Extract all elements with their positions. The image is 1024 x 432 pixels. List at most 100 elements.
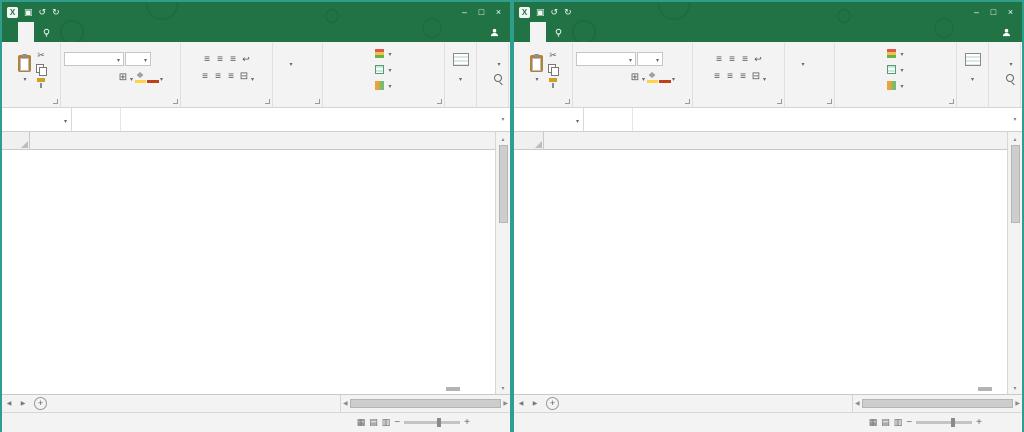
cut-icon[interactable] bbox=[35, 49, 47, 62]
redo-icon[interactable] bbox=[564, 7, 572, 18]
cells-icon[interactable] bbox=[965, 53, 981, 66]
dialog-launcher-icon[interactable] bbox=[827, 99, 832, 104]
comma-style-icon[interactable] bbox=[819, 55, 831, 68]
zoom-in-button[interactable]: + bbox=[976, 417, 982, 428]
normal-view-icon[interactable] bbox=[869, 417, 878, 428]
font-name-select[interactable] bbox=[576, 52, 636, 66]
font-size-select[interactable] bbox=[637, 52, 663, 66]
scroll-right-icon[interactable] bbox=[1015, 400, 1020, 407]
close-button[interactable] bbox=[1002, 7, 1019, 17]
excel-app-icon[interactable] bbox=[519, 7, 530, 18]
font-color-icon[interactable] bbox=[659, 71, 671, 83]
new-sheet-button[interactable] bbox=[545, 395, 560, 412]
redo-icon[interactable] bbox=[52, 7, 60, 18]
merge-center-icon[interactable] bbox=[750, 70, 762, 83]
align-top-icon[interactable] bbox=[201, 53, 213, 66]
italic-icon[interactable] bbox=[603, 71, 615, 84]
borders-icon[interactable] bbox=[629, 71, 641, 84]
align-left-icon[interactable] bbox=[199, 70, 211, 83]
cut-icon[interactable] bbox=[547, 49, 559, 62]
font-color-icon[interactable] bbox=[147, 71, 159, 83]
format-painter-icon[interactable] bbox=[548, 78, 558, 89]
share-button[interactable] bbox=[490, 22, 502, 42]
horizontal-scrollbar[interactable] bbox=[852, 395, 1022, 412]
page-break-view-icon[interactable] bbox=[894, 417, 903, 428]
vertical-scrollbar[interactable] bbox=[495, 132, 510, 394]
fill-color-icon[interactable] bbox=[647, 71, 658, 83]
name-box[interactable] bbox=[514, 108, 584, 131]
tab-home[interactable] bbox=[530, 22, 546, 42]
accounting-format-icon[interactable] bbox=[276, 55, 288, 68]
format-as-table-button[interactable] bbox=[885, 62, 905, 76]
select-all-button[interactable] bbox=[2, 132, 30, 149]
scroll-left-icon[interactable] bbox=[855, 400, 860, 407]
scroll-down-icon[interactable] bbox=[501, 383, 504, 392]
align-center-icon[interactable] bbox=[212, 70, 224, 83]
tab-home[interactable] bbox=[18, 22, 34, 42]
autosum-icon[interactable] bbox=[484, 55, 496, 68]
page-layout-view-icon[interactable] bbox=[881, 417, 890, 428]
align-bottom-icon[interactable] bbox=[227, 53, 239, 66]
copy-icon[interactable] bbox=[36, 64, 46, 75]
bold-icon[interactable] bbox=[78, 71, 90, 84]
scroll-right-icon[interactable] bbox=[503, 400, 508, 407]
close-button[interactable] bbox=[490, 7, 507, 17]
horizontal-scrollbar[interactable] bbox=[340, 395, 510, 412]
decrease-decimal-icon[interactable] bbox=[810, 73, 822, 86]
save-icon[interactable] bbox=[24, 7, 33, 18]
borders-icon[interactable] bbox=[117, 71, 129, 84]
cancel-icon[interactable] bbox=[72, 108, 88, 131]
formula-bar-expand-icon[interactable] bbox=[1008, 108, 1022, 131]
underline-icon[interactable] bbox=[616, 71, 628, 84]
conditional-formatting-button[interactable] bbox=[885, 46, 905, 60]
formula-input[interactable] bbox=[632, 108, 1008, 131]
dialog-launcher-icon[interactable] bbox=[565, 99, 570, 104]
sort-filter-icon[interactable] bbox=[992, 73, 1004, 86]
insert-function-icon[interactable] bbox=[616, 108, 632, 131]
grow-font-icon[interactable] bbox=[664, 53, 676, 66]
accounting-format-icon[interactable] bbox=[788, 55, 800, 68]
font-size-select[interactable] bbox=[125, 52, 151, 66]
zoom-slider-knob[interactable] bbox=[437, 418, 441, 427]
scroll-down-icon[interactable] bbox=[1013, 383, 1016, 392]
save-icon[interactable] bbox=[536, 7, 545, 18]
sheet-nav-next-icon[interactable] bbox=[528, 395, 542, 412]
cell-styles-button[interactable] bbox=[373, 78, 393, 92]
tell-me-box[interactable] bbox=[42, 22, 54, 42]
dialog-launcher-icon[interactable] bbox=[437, 99, 442, 104]
select-all-button[interactable] bbox=[514, 132, 544, 149]
increase-decimal-icon[interactable] bbox=[285, 73, 297, 86]
share-button[interactable] bbox=[1002, 22, 1014, 42]
cells-icon[interactable] bbox=[453, 53, 469, 66]
align-right-icon[interactable] bbox=[737, 70, 749, 83]
bold-icon[interactable] bbox=[590, 71, 602, 84]
copy-icon[interactable] bbox=[548, 64, 558, 75]
vertical-scrollbar[interactable] bbox=[1007, 132, 1022, 394]
zoom-out-button[interactable]: − bbox=[906, 417, 912, 428]
zoom-out-button[interactable]: − bbox=[394, 417, 400, 428]
fill-color-icon[interactable] bbox=[135, 71, 146, 83]
scroll-left-icon[interactable] bbox=[343, 400, 348, 407]
format-painter-icon[interactable] bbox=[36, 78, 46, 89]
dialog-launcher-icon[interactable] bbox=[777, 99, 782, 104]
minimize-button[interactable] bbox=[968, 7, 985, 17]
maximize-button[interactable] bbox=[473, 7, 490, 17]
name-box[interactable] bbox=[2, 108, 72, 131]
maximize-button[interactable] bbox=[985, 7, 1002, 17]
percent-style-icon[interactable] bbox=[294, 55, 306, 68]
normal-view-icon[interactable] bbox=[357, 417, 366, 428]
minimize-button[interactable] bbox=[456, 7, 473, 17]
scrollbar-thumb[interactable] bbox=[1011, 145, 1020, 223]
cancel-icon[interactable] bbox=[584, 108, 600, 131]
dialog-launcher-icon[interactable] bbox=[949, 99, 954, 104]
align-bottom-icon[interactable] bbox=[739, 53, 751, 66]
enter-icon[interactable] bbox=[88, 108, 104, 131]
dialog-launcher-icon[interactable] bbox=[53, 99, 58, 104]
zoom-slider[interactable] bbox=[916, 421, 972, 424]
paste-button[interactable] bbox=[528, 54, 545, 84]
excel-app-icon[interactable] bbox=[7, 7, 18, 18]
undo-icon[interactable] bbox=[551, 7, 559, 18]
scroll-up-icon[interactable] bbox=[1013, 134, 1016, 143]
dialog-launcher-icon[interactable] bbox=[315, 99, 320, 104]
underline-icon[interactable] bbox=[104, 71, 116, 84]
